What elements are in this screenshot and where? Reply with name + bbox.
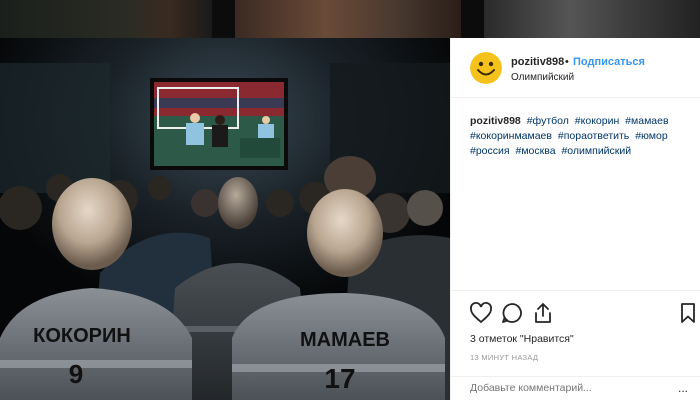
thumbnail-image[interactable] [0,0,212,38]
post-sidebar: pozitiv898 • Подписаться Олимпийский poz… [450,38,700,400]
location-link[interactable]: Олимпийский [511,72,574,83]
hashtag-link[interactable]: #кокоринмамаев [470,130,552,142]
username-link[interactable]: pozitiv898 [511,56,564,68]
hashtag-link[interactable]: #юмор [635,130,668,142]
hashtag-link[interactable]: #футбол [527,115,569,127]
shirt-right-name: МАМАЕВ [300,329,390,351]
hashtag-link[interactable]: #россия [470,145,510,157]
comment-icon[interactable] [500,301,524,325]
smiley-avatar[interactable] [470,52,502,84]
hashtag-link[interactable]: #москва [516,145,556,157]
post-header: pozitiv898 • Подписаться Олимпийский [451,38,700,98]
bookmark-icon[interactable] [676,301,700,325]
hashtag-link[interactable]: #пораответить [558,130,629,142]
hashtag-link[interactable]: #кокорин [575,115,619,127]
separator-dot: • [565,56,569,68]
comment-input[interactable] [470,382,660,394]
comment-bar: ... [451,376,700,400]
thumbnail-image[interactable] [235,0,461,38]
photo-illustration: КОКОРИН 9 МАМАЕВ 17 [0,38,450,400]
thumbnail-image[interactable] [484,0,700,38]
shirt-left-name: КОКОРИН [33,325,131,347]
hashtag-link[interactable]: #мамаев [625,115,668,127]
post-photo: КОКОРИН 9 МАМАЕВ 17 [0,38,450,400]
heart-icon[interactable] [469,301,493,325]
hashtag-link[interactable]: #олимпийский [561,145,631,157]
share-icon[interactable] [531,301,555,325]
post-caption: pozitiv898 #футбол #кокорин #мамаев #кок… [470,114,692,159]
caption-username[interactable]: pozitiv898 [470,115,521,127]
post-timestamp[interactable]: 13 МИНУТ НАЗАД [470,353,538,362]
follow-button[interactable]: Подписаться [573,56,645,68]
tv-screen [150,78,288,170]
top-thumbnail-strip [0,0,700,38]
shirt-right-number: 17 [324,363,355,394]
more-options-icon[interactable]: ... [678,381,688,395]
likes-count[interactable]: 3 отметок "Нравится" [470,333,574,345]
shirt-left-number: 9 [69,359,83,389]
